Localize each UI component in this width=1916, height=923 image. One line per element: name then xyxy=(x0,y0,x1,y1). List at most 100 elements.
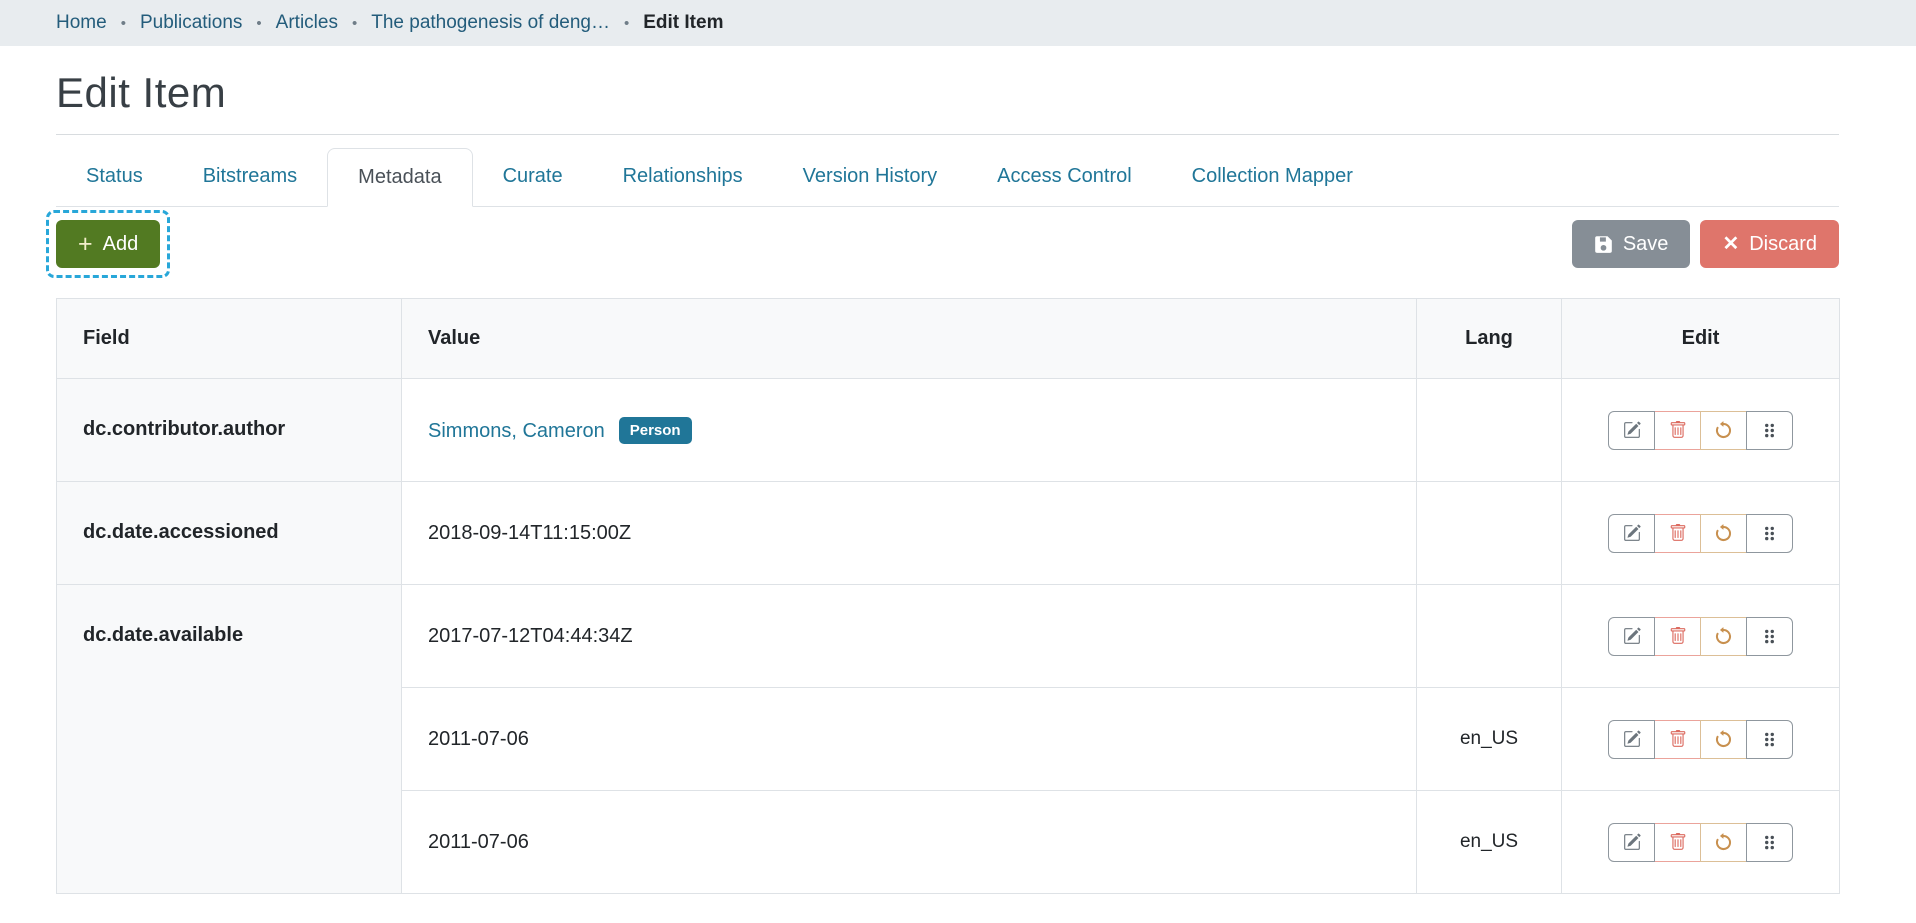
column-header-lang: Lang xyxy=(1417,299,1562,379)
grip-icon xyxy=(1761,731,1778,748)
breadcrumb-separator-dot: • xyxy=(121,15,126,32)
drag-handle-button[interactable] xyxy=(1746,823,1793,862)
row-action-group xyxy=(1608,720,1793,759)
value-cell: 2017-07-12T04:44:34Z xyxy=(402,585,1417,688)
breadcrumb-item-articles[interactable]: Articles xyxy=(276,12,338,34)
edit-button[interactable] xyxy=(1608,514,1655,553)
breadcrumb-item-edit-item: Edit Item xyxy=(643,12,723,34)
metadata-table: Field Value Lang Edit dc.contributor.aut… xyxy=(56,298,1840,894)
undo-button[interactable] xyxy=(1700,617,1747,656)
edit-button[interactable] xyxy=(1608,411,1655,450)
column-header-edit: Edit xyxy=(1562,299,1840,379)
value-text: 2011-07-06 xyxy=(428,728,529,750)
edit-button[interactable] xyxy=(1608,617,1655,656)
edit-actions-cell xyxy=(1562,585,1840,688)
lang-cell: en_US xyxy=(1417,791,1562,894)
discard-button[interactable]: ✕ Discard xyxy=(1700,220,1839,268)
delete-button[interactable] xyxy=(1654,617,1701,656)
field-name-cell: dc.contributor.author xyxy=(57,379,402,482)
value-cell: 2011-07-06 xyxy=(402,791,1417,894)
delete-button[interactable] xyxy=(1654,823,1701,862)
undo-button[interactable] xyxy=(1700,720,1747,759)
save-button[interactable]: Save xyxy=(1572,220,1691,268)
grip-icon xyxy=(1761,525,1778,542)
column-header-value: Value xyxy=(402,299,1417,379)
pencil-square-icon xyxy=(1623,524,1641,542)
row-action-group xyxy=(1608,617,1793,656)
field-name-cell: dc.date.accessioned xyxy=(57,482,402,585)
breadcrumb-item-the-pathogenesis-of-deng[interactable]: The pathogenesis of deng… xyxy=(371,12,610,34)
lang-cell xyxy=(1417,482,1562,585)
tab-bar: StatusBitstreamsMetadataCurateRelationsh… xyxy=(56,148,1839,207)
breadcrumb-separator-dot: • xyxy=(624,15,629,32)
save-icon xyxy=(1594,235,1613,254)
add-button-label: Add xyxy=(103,234,139,254)
breadcrumb: Home • Publications • Articles • The pathogene… xyxy=(0,0,1916,46)
grip-icon xyxy=(1761,834,1778,851)
delete-button[interactable] xyxy=(1654,720,1701,759)
metadata-row: dc.date.accessioned 2018-09-14T11:15:00Z xyxy=(57,482,1840,585)
value-text: 2011-07-06 xyxy=(428,831,529,853)
arrow-counterclockwise-icon xyxy=(1714,524,1733,543)
pencil-square-icon xyxy=(1623,627,1641,645)
trash-icon xyxy=(1669,730,1687,748)
edit-actions-cell xyxy=(1562,379,1840,482)
arrow-counterclockwise-icon xyxy=(1714,833,1733,852)
value-text: 2017-07-12T04:44:34Z xyxy=(428,625,633,647)
toolbar: + Add Save ✕ Discard xyxy=(56,220,1839,278)
metadata-row: dc.date.available2017-07-12T04:44:34Z xyxy=(57,585,1840,688)
trash-icon xyxy=(1669,524,1687,542)
edit-button[interactable] xyxy=(1608,720,1655,759)
column-header-field: Field xyxy=(57,299,402,379)
arrow-counterclockwise-icon xyxy=(1714,627,1733,646)
value-cell: 2018-09-14T11:15:00Z xyxy=(402,482,1417,585)
pencil-square-icon xyxy=(1623,730,1641,748)
add-button-focus-ring: + Add xyxy=(46,210,170,278)
grip-icon xyxy=(1761,422,1778,439)
trash-icon xyxy=(1669,833,1687,851)
tab-metadata[interactable]: Metadata xyxy=(327,148,472,207)
pencil-square-icon xyxy=(1623,833,1641,851)
value-entity-link[interactable]: Simmons, Cameron xyxy=(428,420,605,442)
field-name-cell: dc.date.available xyxy=(57,585,402,894)
lang-cell xyxy=(1417,585,1562,688)
trash-icon xyxy=(1669,421,1687,439)
tab-status[interactable]: Status xyxy=(56,148,173,207)
value-cell: 2011-07-06 xyxy=(402,688,1417,791)
delete-button[interactable] xyxy=(1654,514,1701,553)
row-action-group xyxy=(1608,823,1793,862)
undo-button[interactable] xyxy=(1700,411,1747,450)
drag-handle-button[interactable] xyxy=(1746,720,1793,759)
tab-curate[interactable]: Curate xyxy=(473,148,593,207)
person-badge: Person xyxy=(619,417,692,444)
page-title: Edit Item xyxy=(56,69,1839,117)
edit-button[interactable] xyxy=(1608,823,1655,862)
lang-cell xyxy=(1417,379,1562,482)
drag-handle-button[interactable] xyxy=(1746,514,1793,553)
trash-icon xyxy=(1669,627,1687,645)
pencil-square-icon xyxy=(1623,421,1641,439)
breadcrumb-item-home[interactable]: Home xyxy=(56,12,107,34)
edit-actions-cell xyxy=(1562,791,1840,894)
tab-collection-mapper[interactable]: Collection Mapper xyxy=(1162,148,1383,207)
add-button[interactable]: + Add xyxy=(56,220,160,268)
tab-bitstreams[interactable]: Bitstreams xyxy=(173,148,327,207)
delete-button[interactable] xyxy=(1654,411,1701,450)
drag-handle-button[interactable] xyxy=(1746,617,1793,656)
plus-icon: + xyxy=(78,235,93,253)
lang-cell: en_US xyxy=(1417,688,1562,791)
x-icon: ✕ xyxy=(1722,235,1739,253)
row-action-group xyxy=(1608,411,1793,450)
breadcrumb-item-publications[interactable]: Publications xyxy=(140,12,242,34)
title-divider xyxy=(56,134,1839,135)
tab-version-history[interactable]: Version History xyxy=(773,148,968,207)
arrow-counterclockwise-icon xyxy=(1714,421,1733,440)
tab-relationships[interactable]: Relationships xyxy=(593,148,773,207)
breadcrumb-separator-dot: • xyxy=(352,15,357,32)
tab-access-control[interactable]: Access Control xyxy=(967,148,1162,207)
undo-button[interactable] xyxy=(1700,514,1747,553)
drag-handle-button[interactable] xyxy=(1746,411,1793,450)
value-text: 2018-09-14T11:15:00Z xyxy=(428,522,631,544)
undo-button[interactable] xyxy=(1700,823,1747,862)
breadcrumb-separator-dot: • xyxy=(256,15,261,32)
